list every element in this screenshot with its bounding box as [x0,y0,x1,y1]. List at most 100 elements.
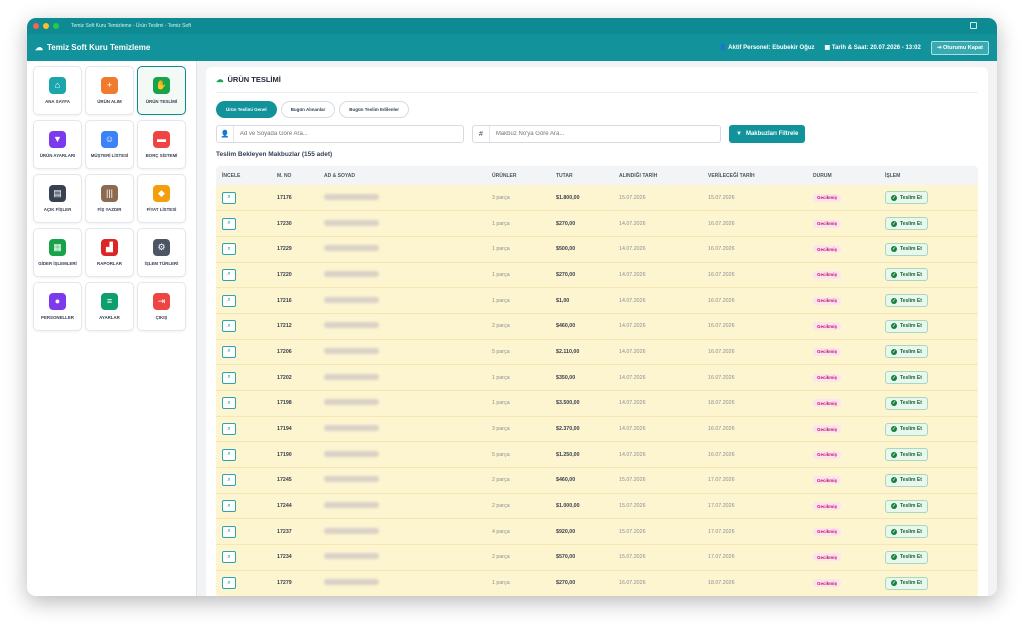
sidebar-item[interactable]: ▦ GİDER İŞLEMLERİ [33,228,82,277]
sidebar-item[interactable]: ▬ BORÇ SİSTEMİ [137,120,186,169]
sidebar-item[interactable]: ● PERSONELLER [33,282,82,331]
sidebar-item[interactable]: ⇥ ÇIKIŞ [137,282,186,331]
deliver-button[interactable]: ✓ Teslim Et [885,268,928,282]
check-icon: ✓ [891,194,897,201]
deliver-button[interactable]: ✓ Teslim Et [885,371,928,385]
search-icon[interactable]: ⌕ [222,243,236,256]
sidebar-item[interactable]: ▟ RAPORLAR [85,228,134,277]
inspect-cell: ⌕ [216,339,271,365]
search-icon[interactable]: ⌕ [222,191,236,204]
deliver-button[interactable]: ✓ Teslim Et [885,242,928,256]
status-badge: Gecikmiş [813,579,842,588]
customer-name-redacted [318,442,486,468]
search-icon[interactable]: ⌕ [222,294,236,307]
calendar-icon: ▦ [824,45,831,51]
search-icon[interactable]: ⌕ [222,320,236,333]
due-date: 16.07.2026 [708,220,735,227]
table-row: ⌕ 17220 1 parça $270,00 14.07.2026 16.07.2026… [216,262,978,288]
deliver-button[interactable]: ✓ Teslim Et [885,319,928,333]
redacted-name [324,425,379,432]
maximize-window-button[interactable] [53,23,59,29]
search-icon[interactable]: ⌕ [222,448,236,461]
search-icon[interactable]: ⌕ [222,345,236,358]
receipt-no: 17212 [277,323,292,330]
name-search-input[interactable] [233,131,463,137]
sidebar-item[interactable]: ▼ ÜRÜN AYARLARI [33,120,82,169]
sidebar-item[interactable]: ||| FİŞ YAZDIR [85,174,134,223]
search-icon[interactable]: ⌕ [222,397,236,410]
received-date: 16.07.2026 [619,580,646,587]
items-count: 2 parça [492,323,510,330]
search-icon[interactable]: ⌕ [222,268,236,281]
customer-name-redacted [318,211,486,237]
sidebar-item-label: ÇIKIŞ [155,314,168,320]
deliver-button[interactable]: ✓ Teslim Et [885,422,928,436]
deliver-button[interactable]: ✓ Teslim Et [885,217,928,231]
received-date: 15.07.2026 [619,554,646,561]
deliver-button[interactable]: ✓ Teslim Et [885,499,928,513]
minimize-window-button[interactable] [43,23,49,29]
receipt-search-input[interactable] [489,131,720,137]
check-icon: ✓ [891,503,897,510]
redacted-name [324,322,379,329]
total-amount: $1.250,00 [556,451,580,458]
check-icon: ✓ [891,374,897,381]
sidebar-item[interactable]: ≡ AYARLAR [85,282,134,331]
redacted-name [324,450,379,457]
status-badge: Gecikmiş [813,553,842,562]
hanger-icon: ☁ [35,43,43,52]
action-cell: ✓ Teslim Et [879,545,978,571]
receipt-icon: ▦ [49,238,66,256]
col-no: M. NO [277,172,292,179]
due-date: 16.07.2026 [708,426,735,433]
deliver-button[interactable]: ✓ Teslim Et [885,448,928,462]
deliver-button[interactable]: ✓ Teslim Et [885,473,928,487]
table-row: ⌕ 17202 1 parça $350,00 14.07.2026 16.07.2026… [216,364,978,391]
total-amount: $500,00 [556,246,576,253]
search-icon[interactable]: ⌕ [222,525,236,538]
tab-bugun-alinanlar[interactable]: Bugün Alınanlar [280,101,336,118]
action-cell: ✓ Teslim Et [879,313,978,339]
deliver-button[interactable]: ✓ Teslim Et [885,550,928,564]
inspect-cell: ⌕ [216,545,271,571]
total-amount: $920,00 [556,528,576,535]
search-icon[interactable]: ⌕ [222,371,236,384]
search-icon[interactable]: ⌕ [222,474,236,487]
sidebar-item[interactable]: ⚙ İŞLEM TÜRLERİ [137,228,186,277]
search-icon[interactable]: ⌕ [222,577,236,590]
search-icon[interactable]: ⌕ [222,551,236,564]
window-menu-icon[interactable] [970,22,977,29]
deliver-button[interactable]: ✓ Teslim Et [885,396,928,410]
action-cell: ✓ Teslim Et [879,493,978,519]
receipts-table-wrapper: İNCELE M. NO AD & SOYAD ÜRÜNLER TUTAR AL… [216,166,978,596]
search-icon[interactable]: ⌕ [222,217,236,230]
logout-button[interactable]: ⇥ Oturumu Kapat [930,40,989,55]
filter-button[interactable]: ▼ Makbuzları Filtrele [729,125,806,143]
sidebar-item[interactable]: + ÜRÜN ALIM [85,66,134,115]
table-header: İNCELE M. NO AD & SOYAD ÜRÜNLER TUTAR AL… [216,166,978,185]
items-count: 1 parça [492,271,510,278]
sidebar-item[interactable]: ⌂ ANA SAYFA [33,66,82,115]
sidebar-item[interactable]: ✋ ÜRÜN TESLİMİ [137,66,186,115]
sidebar-item-label: ANA SAYFA [45,98,70,104]
deliver-button[interactable]: ✓ Teslim Et [885,525,928,539]
receipt-no: 17216 [277,297,292,304]
barcode-icon: ||| [101,184,118,202]
deliver-button[interactable]: ✓ Teslim Et [885,191,928,205]
deliver-button[interactable]: ✓ Teslim Et [885,345,928,359]
sidebar-item[interactable]: ▤ AÇIK FİŞLER [33,174,82,223]
search-icon[interactable]: ⌕ [222,500,236,513]
close-window-button[interactable] [33,23,39,29]
tab-genel[interactable]: Ürün Teslimi Genel [216,101,277,118]
window-title: Temiz Soft Kuru Temizleme - Ürün Teslimi… [71,23,192,29]
sidebar-item[interactable]: ◆ FİYAT LİSTESİ [137,174,186,223]
deliver-button[interactable]: ✓ Teslim Et [885,294,928,308]
search-icon[interactable]: ⌕ [222,423,236,436]
deliver-button[interactable]: ✓ Teslim Et [885,576,928,590]
redacted-name [324,347,379,354]
sidebar-item[interactable]: ☺ MÜŞTERİ LİSTESİ [85,120,134,169]
receipt-no: 17279 [277,580,292,587]
personel-name: Ebubekir Oğuz [772,45,815,51]
status-cell: Gecikmiş [807,570,879,596]
tab-bugun-teslim-edilenler[interactable]: Bugün Teslim Edilenler [339,101,409,118]
